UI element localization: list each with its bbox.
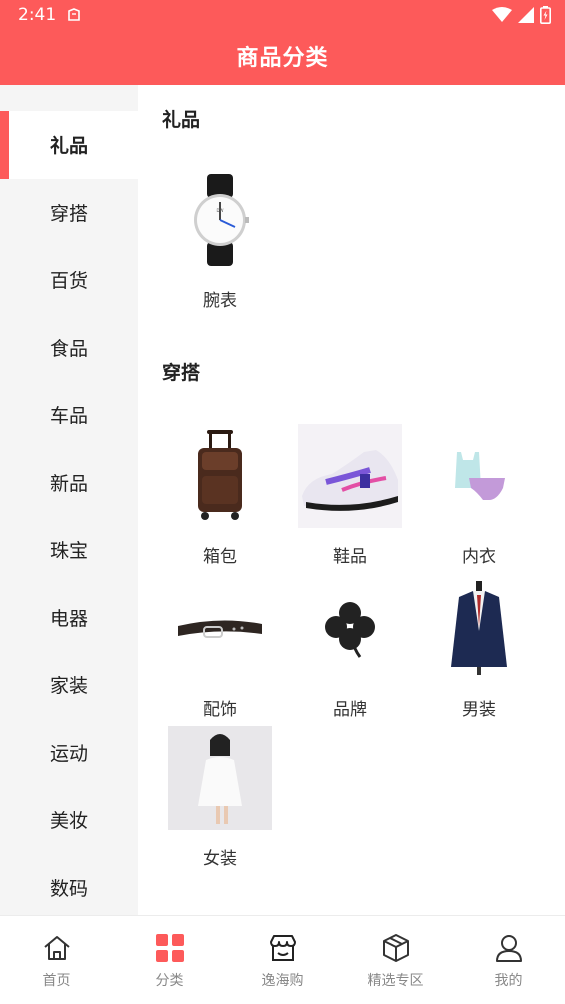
sidebar-item-home[interactable]: 家装 [0,651,138,719]
tab-store[interactable]: 逸海购 [226,916,339,1004]
clover-image [298,577,402,681]
category-item-womenswear[interactable]: 女装 [165,726,275,869]
tab-category[interactable]: 分类 [113,916,226,1004]
sidebar-item-food[interactable]: 食品 [0,314,138,382]
sidebar-item-label: 穿搭 [49,202,88,225]
section-title-outfits: 穿搭 [162,362,201,384]
item-label: 品牌 [333,700,367,720]
item-label: 腕表 [203,291,237,311]
tab-label: 分类 [155,973,184,989]
wifi-icon [492,7,512,22]
battery-icon [540,6,551,24]
item-label: 内衣 [462,547,496,567]
item-label: 箱包 [203,547,237,567]
sidebar-item-beauty[interactable]: 美妆 [0,786,138,854]
app-header: 2:41 商品分类 [0,0,565,85]
tab-featured[interactable]: 精选专区 [339,916,452,1004]
sidebar-item-label: 电器 [49,607,88,630]
sidebar-item-label: 运动 [49,742,88,765]
sidebar-item-label: 珠宝 [49,540,88,563]
notification-icon [68,8,80,21]
item-label: 鞋品 [333,547,367,567]
tab-label: 精选专区 [367,973,424,989]
section-title-gifts: 礼品 [162,109,201,131]
sidebar-item-jewelry[interactable]: 珠宝 [0,516,138,584]
item-label: 配饰 [203,700,237,720]
sidebar-item-label: 美妆 [49,810,88,833]
tab-home[interactable]: 首页 [0,916,113,1004]
category-icon [155,934,184,962]
category-item-underwear[interactable]: 内衣 [424,424,534,567]
tab-label: 逸海购 [261,973,304,989]
home-icon [43,936,70,960]
bottom-tab-bar: 首页 分类 逸海购 精选专区 我的 [0,915,565,1004]
sidebar-item-label: 新品 [49,472,88,495]
sidebar-item-sports[interactable]: 运动 [0,719,138,787]
sidebar-item-label: 百货 [49,270,88,293]
item-label: 女装 [203,849,237,869]
sidebar-item-car[interactable]: 车品 [0,381,138,449]
category-item-menswear[interactable]: 男装 [424,577,534,720]
sneaker-image [298,424,402,528]
category-item-accessories[interactable]: 配饰 [165,577,275,720]
status-time: 2:41 [18,5,57,25]
sidebar-item-gifts[interactable]: 礼品 [0,111,138,179]
category-item-luggage[interactable]: 箱包 [165,424,275,567]
belt-image [168,577,272,681]
dress-image [168,726,272,830]
sidebar-item-label: 家装 [49,675,88,698]
tab-label: 首页 [42,973,71,989]
underwear-image [427,424,531,528]
sidebar-item-label: 车品 [49,405,88,428]
tab-label: 我的 [494,973,523,989]
sidebar-item-appliances[interactable]: 电器 [0,584,138,652]
sidebar-item-new[interactable]: 新品 [0,449,138,517]
tab-profile[interactable]: 我的 [452,916,565,1004]
category-sidebar: 礼品 穿搭 百货 食品 车品 新品 珠宝 电器 家装 运动 美妆 数码 [0,85,138,915]
suit-image [427,577,531,681]
sidebar-item-outfits[interactable]: 穿搭 [0,179,138,247]
svg-text:DW: DW [216,208,223,213]
category-item-brand[interactable]: 品牌 [295,577,405,720]
signal-icon [518,7,534,23]
sidebar-item-label: 礼品 [49,135,88,158]
sidebar-item-label: 食品 [49,337,88,360]
page-title: 商品分类 [236,46,329,71]
box-icon [382,934,409,962]
category-content: 礼品 DW 腕表 穿搭 箱包 鞋品 内衣 配饰 品牌 男装 女装 [138,85,565,915]
user-icon [495,935,522,962]
category-item-watch[interactable]: DW 腕表 [165,168,275,311]
luggage-image [168,424,272,528]
store-icon [269,935,296,961]
item-label: 男装 [462,700,496,720]
status-bar: 2:41 [0,0,565,32]
status-icons [492,6,551,24]
sidebar-item-label: 数码 [49,877,88,900]
sidebar-item-general-goods[interactable]: 百货 [0,246,138,314]
sidebar-item-digital[interactable]: 数码 [0,854,138,922]
category-item-shoes[interactable]: 鞋品 [295,424,405,567]
watch-image: DW [168,168,272,272]
